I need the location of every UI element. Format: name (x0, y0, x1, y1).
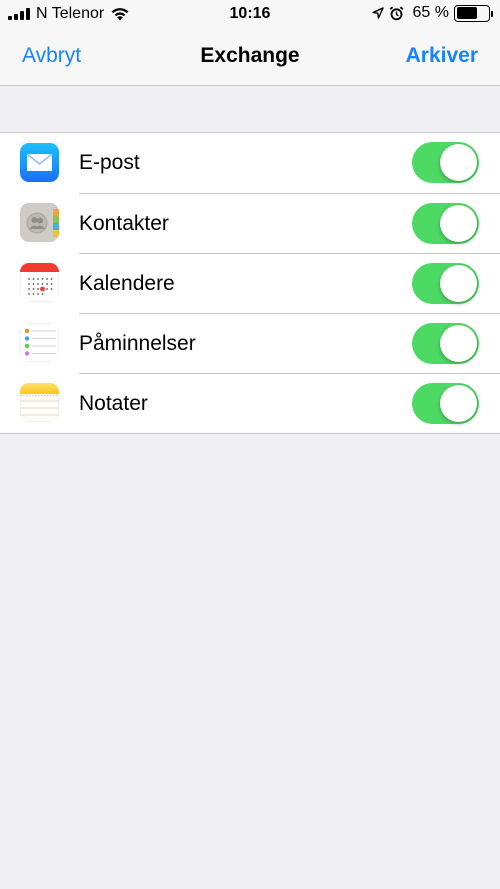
contacts-icon (20, 203, 59, 242)
row-label: Kontakter (79, 212, 169, 235)
calendar-toggle[interactable] (412, 263, 479, 304)
battery-percent: 65 % (412, 4, 449, 21)
row-label: Notater (79, 392, 148, 415)
row-content: Notater (79, 373, 500, 433)
row-content: Påminnelser (79, 313, 500, 373)
row-content: Kontakter (79, 193, 500, 253)
reminders-icon (20, 323, 59, 362)
mail-icon (20, 143, 59, 182)
notes-icon (20, 383, 59, 422)
row-label: Påminnelser (79, 332, 196, 355)
list-item-reminders: Påminnelser (0, 313, 500, 373)
notes-toggle[interactable] (412, 383, 479, 424)
toggle-knob (440, 205, 477, 242)
mail-toggle[interactable] (412, 142, 479, 183)
save-button[interactable]: Arkiver (406, 44, 478, 68)
toggle-knob (440, 385, 477, 422)
row-content: Kalendere (79, 253, 500, 313)
status-right: 65 % (371, 4, 493, 22)
battery-icon (454, 4, 493, 22)
list-item-notes: Notater (0, 373, 500, 433)
list-item-calendar: Kalendere (0, 253, 500, 313)
row-content: E-post (79, 133, 500, 193)
toggle-knob (440, 144, 477, 181)
sync-options-list: E-post Kontakter Kalendere Påminnelser N… (0, 132, 500, 434)
toggle-knob (440, 265, 477, 302)
battery-level (456, 7, 477, 19)
location-arrow-icon (371, 7, 384, 19)
reminders-toggle[interactable] (412, 323, 479, 364)
row-label: Kalendere (79, 272, 175, 295)
contacts-toggle[interactable] (412, 203, 479, 244)
toggle-knob (440, 325, 477, 362)
calendar-icon (20, 263, 59, 302)
list-item-mail: E-post (0, 133, 500, 193)
list-item-contacts: Kontakter (0, 193, 500, 253)
row-label: E-post (79, 151, 140, 174)
navigation-bar: Avbryt Exchange Arkiver (0, 28, 500, 86)
alarm-icon (389, 6, 403, 20)
status-bar: N Telenor 10:16 65 % (0, 0, 500, 28)
